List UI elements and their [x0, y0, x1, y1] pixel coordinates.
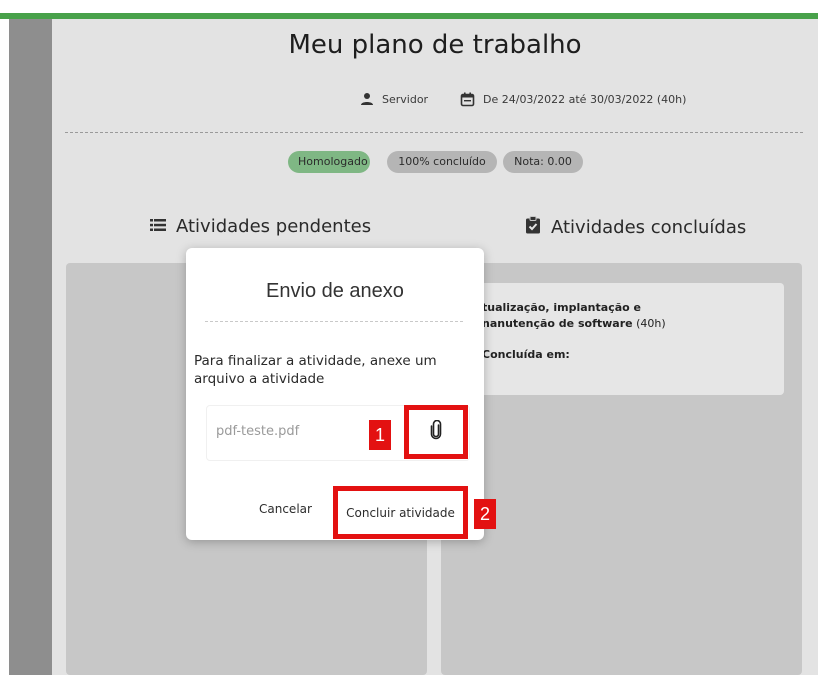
file-name-input[interactable]	[216, 424, 356, 439]
sidebar-overlay	[9, 19, 52, 675]
pending-column-title: Atividades pendentes	[150, 216, 371, 237]
attach-file-button[interactable]	[404, 405, 468, 459]
role-info: Servidor	[360, 92, 428, 106]
list-icon	[150, 216, 166, 237]
done-column-title: Atividades concluídas	[525, 216, 746, 239]
grade-badge: Nota: 0.00	[503, 151, 583, 173]
activity-card-title: tualização, implantação e nanutenção de …	[482, 300, 772, 332]
activity-completed-label: Concluída em:	[482, 348, 570, 361]
activity-name-line2: nanutenção de software	[482, 317, 633, 330]
period-label: De 24/03/2022 até 30/03/2022 (40h)	[483, 93, 687, 106]
page-title: Meu plano de trabalho	[288, 30, 582, 60]
annotation-marker-2: 2	[474, 499, 496, 529]
complete-activity-button[interactable]: Concluir atividade	[333, 486, 468, 539]
person-icon	[360, 92, 374, 106]
calendar-icon	[460, 92, 475, 107]
modal-divider	[205, 321, 463, 322]
pending-column-label: Atividades pendentes	[176, 216, 372, 237]
cancel-button[interactable]: Cancelar	[259, 502, 312, 516]
header-divider	[65, 132, 803, 133]
done-column-label: Atividades concluídas	[551, 217, 747, 238]
progress-badge: 100% concluído	[387, 151, 497, 173]
annotation-marker-1: 1	[369, 420, 391, 450]
role-label: Servidor	[382, 92, 429, 106]
modal-message: Para finalizar a atividade, anexe um arq…	[194, 353, 437, 387]
clipboard-check-icon	[525, 216, 541, 239]
period-info: De 24/03/2022 até 30/03/2022 (40h)	[460, 92, 686, 107]
activity-name: tualização, implantação e	[482, 301, 641, 314]
complete-activity-label: Concluir atividade	[346, 505, 455, 520]
modal-title: Envio de anexo	[266, 280, 404, 302]
activity-hours: (40h)	[636, 317, 666, 330]
status-badge: Homologado	[288, 151, 370, 173]
paperclip-icon	[430, 419, 442, 445]
